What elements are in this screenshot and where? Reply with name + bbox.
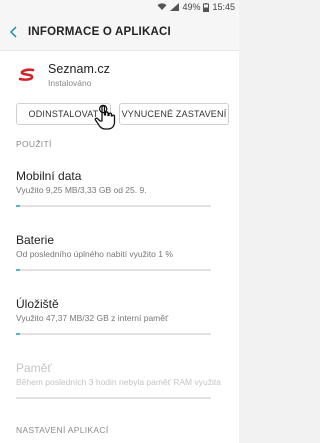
item-memory: Paměť Během posledních 3 hodin nebyla pa… <box>0 347 239 411</box>
item-storage[interactable]: Úložiště Využito 47,37 MB/32 GB z intern… <box>0 283 239 347</box>
section-app-settings-label: NASTAVENÍ APLIKACÍ <box>0 411 239 443</box>
item-title: Baterie <box>16 233 55 247</box>
seznam-logo-icon <box>16 64 38 86</box>
back-button[interactable] <box>0 14 28 50</box>
battery-icon <box>203 2 210 12</box>
page-title: INFORMACE O APLIKACI <box>28 26 171 38</box>
status-bar: 49% 15:45 <box>0 0 239 14</box>
usage-progress-bar <box>16 333 211 335</box>
item-subtitle: Během posledních 3 hodin nebyla paměť RA… <box>16 377 221 387</box>
pointer-hand-icon <box>93 104 117 130</box>
item-title: Úložiště <box>16 297 59 311</box>
section-usage-label: POUŽITÍ <box>0 135 239 155</box>
app-bar: INFORMACE O APLIKACI <box>0 14 239 51</box>
usage-list: Mobilní data Využito 9,25 MB/3,33 GB od … <box>0 155 239 411</box>
app-name: Seznam.cz <box>48 62 110 76</box>
item-subtitle: Využito 9,25 MB/3,33 GB od 25. 9. <box>16 185 147 195</box>
item-title: Paměť <box>16 361 52 375</box>
usage-progress-bar <box>16 397 211 399</box>
item-title: Mobilní data <box>16 169 82 183</box>
item-battery[interactable]: Baterie Od posledního úplného nabití vyu… <box>0 219 239 283</box>
wifi-icon <box>157 3 167 11</box>
clock: 15:45 <box>212 2 235 12</box>
battery-percent: 49% <box>182 2 201 12</box>
item-mobile-data[interactable]: Mobilní data Využito 9,25 MB/3,33 GB od … <box>0 155 239 219</box>
app-info-header: Seznam.cz Instalováno ODINSTALOVAT VYNUC… <box>0 51 239 135</box>
item-subtitle: Využito 47,37 MB/32 GB z interní paměť <box>16 313 169 323</box>
back-arrow-icon <box>9 26 17 38</box>
signal-icon <box>170 3 180 11</box>
item-subtitle: Od posledního úplného nabití využito 1 % <box>16 249 173 259</box>
force-stop-button[interactable]: VYNUCENÉ ZASTAVENÍ <box>119 103 229 125</box>
usage-progress-bar <box>16 205 211 207</box>
app-install-status: Instalováno <box>48 78 92 88</box>
usage-progress-bar <box>16 269 211 271</box>
